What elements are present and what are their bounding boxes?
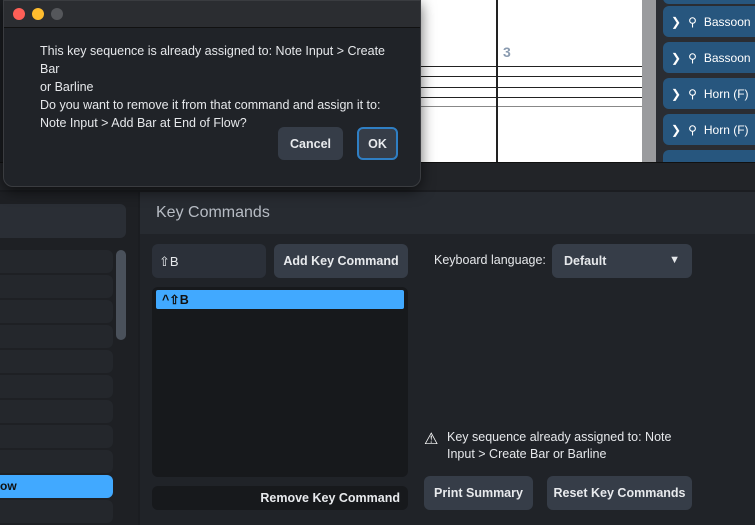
list-item[interactable]	[0, 375, 113, 398]
dialog-message: This key sequence is already assigned to…	[40, 44, 385, 130]
assigned-key-item[interactable]: ^⇧B	[156, 290, 404, 309]
zoom-window-button	[51, 8, 63, 20]
list-item[interactable]	[0, 425, 113, 448]
bar-number: 3	[503, 44, 511, 60]
instrument-item[interactable]	[663, 150, 755, 162]
staff-line	[420, 87, 642, 88]
search-field[interactable]	[0, 204, 126, 238]
instrument-icon: ⚲	[688, 122, 697, 137]
instrument-item[interactable]: ❯ ⚲ Bassoon	[663, 42, 755, 73]
list-item[interactable]	[0, 275, 113, 298]
chevron-right-icon: ❯	[671, 14, 682, 29]
instrument-item[interactable]: ❯ ⚲ Horn (F)	[663, 114, 755, 145]
conflict-dialog: This key sequence is already assigned to…	[3, 0, 421, 187]
panel-title: Key Commands	[140, 192, 755, 234]
barline	[496, 0, 498, 162]
staff-line	[420, 66, 642, 67]
staff-line	[420, 76, 642, 77]
warning-text: Key sequence already assigned to: Note I…	[447, 430, 672, 461]
instrument-item[interactable]	[663, 0, 755, 4]
assigned-keys-list	[152, 287, 408, 477]
reset-key-commands-button[interactable]: Reset Key Commands	[547, 476, 692, 510]
print-summary-button[interactable]: Print Summary	[424, 476, 533, 510]
list-item[interactable]	[0, 400, 113, 423]
score-edge	[642, 0, 656, 162]
list-item[interactable]	[0, 500, 113, 523]
list-item[interactable]	[0, 250, 113, 273]
add-key-command-button[interactable]: Add Key Command	[274, 244, 408, 278]
list-item[interactable]	[0, 450, 113, 473]
keyboard-language-label: Keyboard language:	[434, 253, 546, 267]
instrument-icon: ⚲	[688, 86, 697, 101]
chevron-right-icon: ❯	[671, 122, 682, 137]
score-view[interactable]	[420, 0, 642, 162]
minimize-window-button[interactable]	[32, 8, 44, 20]
keyboard-language-select[interactable]: Default ▼	[552, 244, 692, 278]
staff-line	[420, 106, 642, 107]
list-item[interactable]	[0, 350, 113, 373]
list-item[interactable]	[0, 300, 113, 323]
instrument-item[interactable]: ❯ ⚲ Horn (F)	[663, 78, 755, 109]
remove-key-command-button[interactable]: Remove Key Command	[152, 486, 408, 510]
ok-button[interactable]: OK	[357, 127, 398, 160]
instrument-icon: ⚲	[688, 50, 697, 65]
cancel-button[interactable]: Cancel	[278, 127, 343, 160]
chevron-down-icon: ▼	[669, 254, 680, 266]
chevron-right-icon: ❯	[671, 86, 682, 101]
instrument-item[interactable]: ❯ ⚲ Bassoon	[663, 6, 755, 37]
scrollbar[interactable]	[116, 250, 126, 340]
key-sequence-input[interactable]: ⇧B	[152, 244, 266, 278]
close-window-button[interactable]	[13, 8, 25, 20]
list-item[interactable]	[0, 325, 113, 348]
instrument-icon: ⚲	[688, 14, 697, 29]
chevron-right-icon: ❯	[671, 50, 682, 65]
dialog-titlebar	[4, 1, 420, 28]
staff-line	[420, 97, 642, 98]
list-item-selected[interactable]: ow	[0, 475, 113, 498]
warning-icon: ⚠	[424, 431, 439, 448]
